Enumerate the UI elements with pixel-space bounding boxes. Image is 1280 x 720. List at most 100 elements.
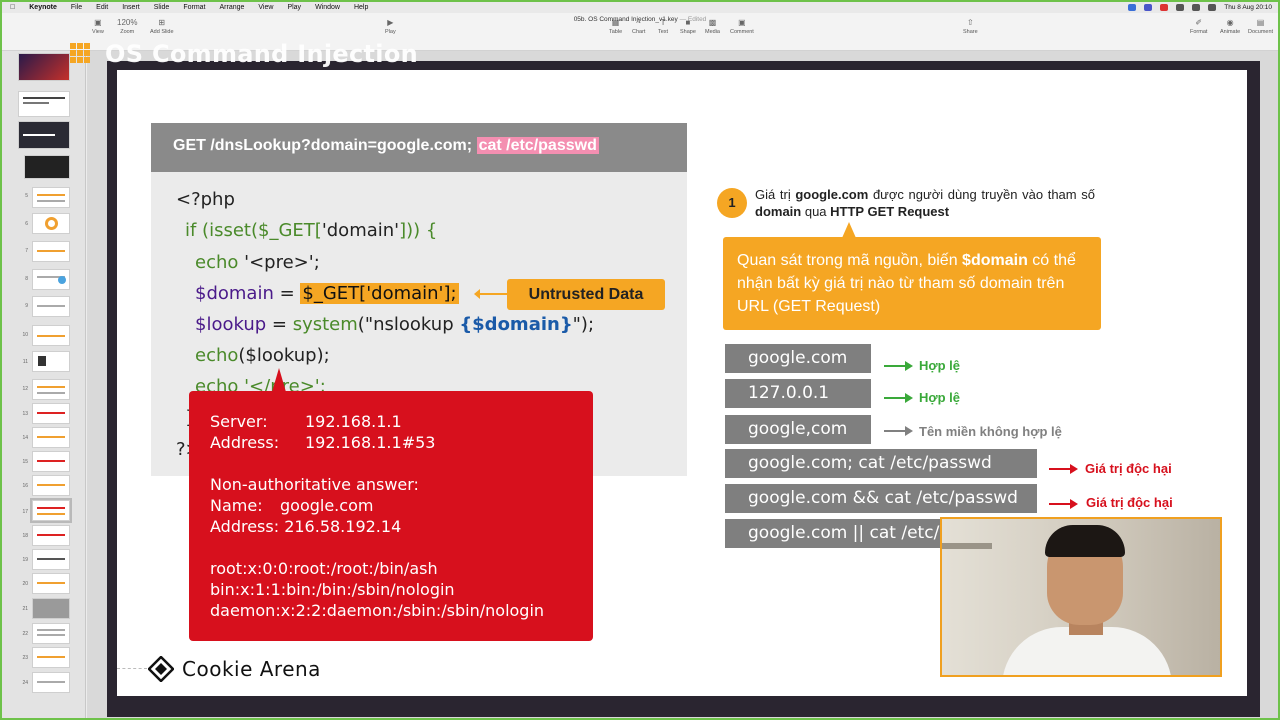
add-slide-label: Add Slide: [150, 29, 174, 35]
zoom-label: Zoom: [120, 29, 135, 35]
http-request-bar[interactable]: GET /dnsLookup?domain=google.com; cat /e…: [151, 123, 687, 172]
slide-thumbnail[interactable]: [32, 213, 70, 234]
media-button[interactable]: ▩ Media: [705, 17, 720, 35]
sidebar-view-icon: ▣: [94, 18, 102, 27]
menu-clock[interactable]: Thu 8 Aug 20:10: [1224, 4, 1272, 11]
output-value: google.com: [280, 496, 374, 515]
input-value-box[interactable]: google.com; cat /etc/passwd: [725, 449, 1037, 478]
slide-thumbnail[interactable]: [32, 573, 70, 594]
slide-thumbnail[interactable]: [32, 549, 70, 570]
arrow-right-icon: [884, 361, 913, 371]
slide-thumbnail-selected[interactable]: [30, 498, 72, 523]
slide-thumbnail[interactable]: [32, 647, 70, 668]
apple-menu-icon[interactable]: : [10, 4, 15, 11]
slide-thumbnail[interactable]: [32, 325, 70, 346]
menu-app-name[interactable]: Keynote: [29, 4, 57, 11]
format-label: Format: [1190, 29, 1208, 35]
output-value: 192.168.1.1: [305, 412, 402, 431]
slide-number: 11: [22, 359, 28, 365]
slide-thumbnail[interactable]: [32, 525, 70, 546]
animate-button[interactable]: ◉ Animate: [1220, 17, 1240, 35]
slide-number: 14: [22, 435, 28, 441]
play-button[interactable]: ▶ Play: [385, 17, 396, 35]
media-label: Media: [705, 29, 720, 35]
logo-text: Cookie Arena: [182, 657, 321, 681]
comment-button[interactable]: ▣ Comment: [730, 17, 754, 35]
result-malicious: Giá trị độc hại: [1085, 461, 1172, 476]
code-line-echo-pre: echo '<pre>';: [195, 252, 320, 273]
wifi-icon[interactable]: [1192, 4, 1201, 11]
slide-number: 18: [22, 533, 28, 539]
slide-thumbnail[interactable]: [32, 672, 70, 693]
slide-thumbnail[interactable]: [18, 53, 70, 81]
document-button[interactable]: ▤ Document: [1248, 17, 1273, 35]
menu-format[interactable]: Format: [183, 4, 205, 11]
play-label: Play: [385, 29, 396, 35]
slide-thumbnail[interactable]: [24, 155, 70, 179]
menu-edit[interactable]: Edit: [96, 4, 108, 11]
slide-number: 5: [25, 193, 28, 199]
slide-thumbnail[interactable]: [32, 351, 70, 372]
menu-view[interactable]: View: [258, 4, 273, 11]
battery-icon[interactable]: [1176, 4, 1185, 11]
zoom-button[interactable]: 120% Zoom: [117, 17, 137, 35]
slide-thumbnail[interactable]: [32, 598, 70, 619]
shape-button[interactable]: ■ Shape: [680, 17, 696, 35]
request-payload: cat /etc/passwd: [476, 137, 599, 154]
screen-record-icon[interactable]: [1144, 4, 1153, 11]
play-icon: ▶: [387, 18, 394, 27]
chart-button[interactable]: ◔ Chart: [632, 17, 645, 35]
slide-thumbnail[interactable]: [32, 427, 70, 448]
status-area: Thu 8 Aug 20:10: [1128, 2, 1272, 13]
menu-arrange[interactable]: Arrange: [219, 4, 244, 11]
slide-thumbnail[interactable]: [32, 451, 70, 472]
slide-thumbnail[interactable]: [32, 269, 70, 290]
slide-thumbnail[interactable]: [18, 121, 70, 149]
code-line-echo-lookup: echo($lookup);: [195, 345, 330, 366]
menu-slide[interactable]: Slide: [154, 4, 170, 11]
slide-thumbnail[interactable]: [32, 187, 70, 208]
input-value-box[interactable]: google.com && cat /etc/passwd: [725, 484, 1037, 513]
menu-window[interactable]: Window: [315, 4, 340, 11]
add-slide-icon: ⊞: [158, 18, 166, 27]
menu-insert[interactable]: Insert: [122, 4, 140, 11]
slide-thumbnail[interactable]: [32, 403, 70, 424]
slide-thumbnail[interactable]: [32, 379, 70, 400]
shape-icon: ■: [685, 18, 691, 27]
command-output-box[interactable]: Server: 192.168.1.1 Address: 192.168.1.1#5…: [189, 391, 593, 641]
share-button[interactable]: ⇧ Share: [963, 17, 978, 35]
slide-thumbnail[interactable]: [32, 296, 70, 317]
table-button[interactable]: ▦ Table: [609, 17, 622, 35]
app-status-icon[interactable]: [1160, 4, 1169, 11]
slide-title[interactable]: OS Command Injection: [105, 40, 418, 68]
code-token: $lookup: [195, 314, 267, 335]
output-name-row: Name: google.com: [210, 495, 593, 516]
menu-play[interactable]: Play: [287, 4, 301, 11]
format-button[interactable]: ✐ Format: [1190, 17, 1207, 35]
input-value-box[interactable]: google,com: [725, 415, 871, 444]
source-code-callout[interactable]: Quan sát trong mã nguồn, biến $domain có…: [723, 237, 1101, 330]
code-token: ])) {: [399, 220, 438, 241]
slide-thumbnail[interactable]: [32, 475, 70, 496]
slide-number: 8: [25, 276, 28, 282]
code-token: =: [273, 283, 301, 304]
output-key: Server:: [210, 412, 268, 431]
menu-help[interactable]: Help: [354, 4, 368, 11]
text-button[interactable]: T Text: [658, 17, 668, 35]
slide-thumbnail[interactable]: [32, 241, 70, 262]
zoom-status-icon[interactable]: [1128, 4, 1137, 11]
slide-thumbnail[interactable]: [18, 91, 70, 117]
control-center-icon[interactable]: [1208, 4, 1217, 11]
input-value-box[interactable]: 127.0.0.1: [725, 379, 871, 408]
input-value-box[interactable]: google.com: [725, 344, 871, 373]
result-valid: Hợp lệ: [919, 390, 961, 405]
zoom-value: 120%: [117, 18, 138, 27]
menu-file[interactable]: File: [71, 4, 82, 11]
step-text-bold: google.com: [795, 187, 869, 202]
add-slide-button[interactable]: ⊞ Add Slide: [150, 17, 174, 35]
comment-icon: ▣: [738, 18, 746, 27]
view-button[interactable]: ▣ View: [92, 17, 104, 35]
slide-thumbnail[interactable]: [32, 623, 70, 644]
table-label: Table: [609, 29, 623, 35]
slide-number: 13: [22, 411, 28, 417]
